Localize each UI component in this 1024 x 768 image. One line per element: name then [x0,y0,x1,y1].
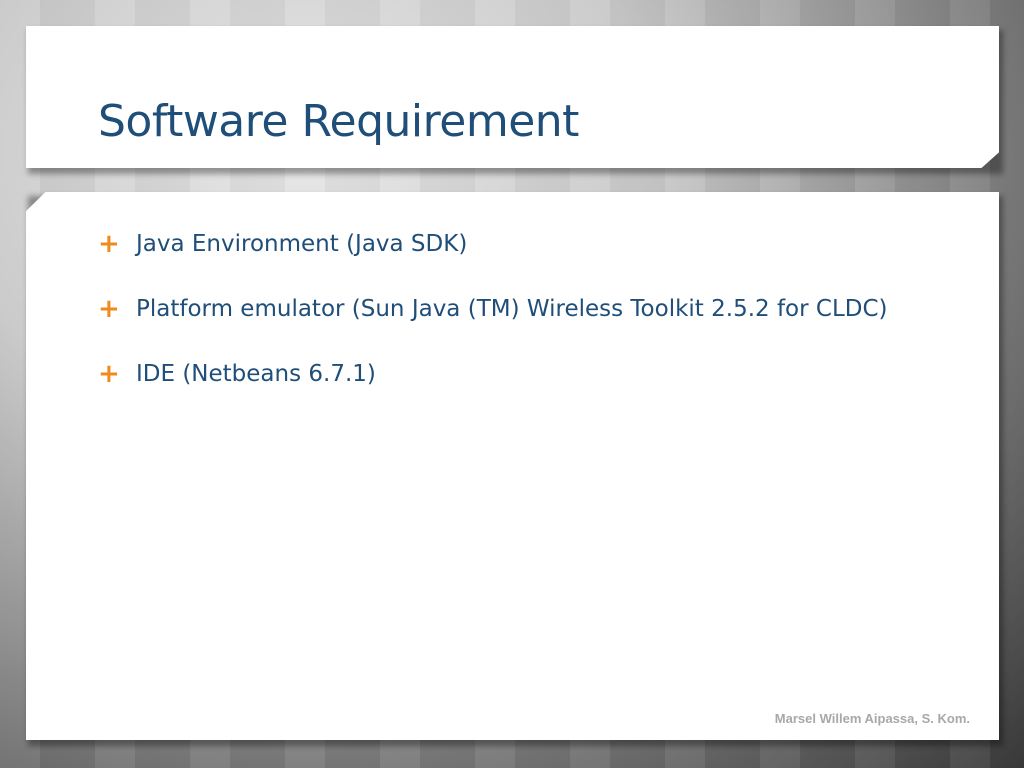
bullet-item: + IDE (Netbeans 6.7.1) [98,356,918,393]
bullet-text: Java Environment (Java SDK) [136,231,468,257]
plus-icon: + [98,294,120,324]
plus-icon: + [98,229,120,259]
footer-author: Marsel Willem Aipassa, S. Kom. [774,711,970,726]
slide-title: Software Requirement [98,96,579,147]
bullet-text: IDE (Netbeans 6.7.1) [136,361,376,387]
plus-icon: + [98,359,120,389]
bullet-list: + Java Environment (Java SDK) + Platform… [98,226,918,421]
bullet-text: Platform emulator (Sun Java (TM) Wireles… [136,296,888,322]
bullet-item: + Java Environment (Java SDK) [98,226,918,263]
bullet-item: + Platform emulator (Sun Java (TM) Wirel… [98,291,918,328]
